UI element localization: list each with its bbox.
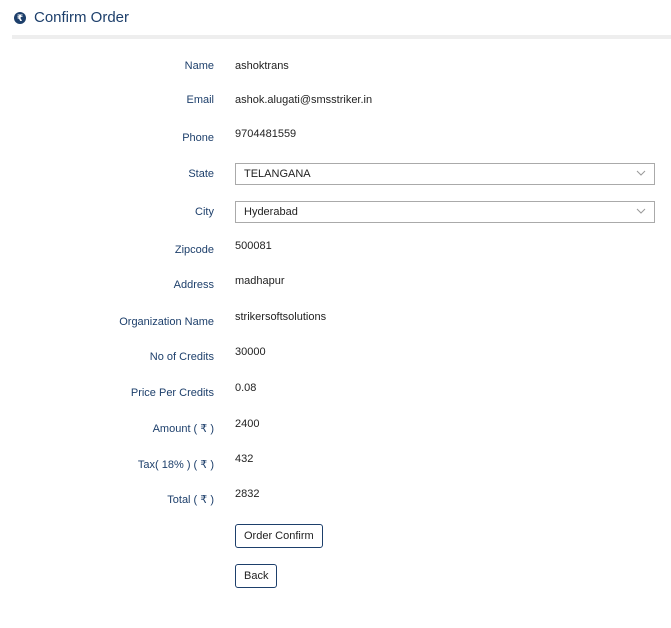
price-row: Price Per Credits 0.08 [0,382,671,412]
email-value: ashok.alugati@smsstriker.in [235,94,373,106]
price-label: Price Per Credits [130,387,214,399]
total-value: 2832 [235,488,260,500]
tax-row: Tax( 18% ) ( ₹ ) 432 [0,453,671,483]
tax-value: 432 [235,453,254,465]
email-row: Email ashok.alugati@smsstriker.in [0,94,671,124]
amount-value: 2400 [235,418,260,430]
rupee-circle-icon: ₹ [14,12,26,24]
zipcode-label: Zipcode [174,244,214,256]
amount-row: Amount ( ₹ ) 2400 [0,418,671,448]
total-row: Total ( ₹ ) 2832 [0,488,671,518]
phone-row: Phone 9704481559 [0,128,671,158]
state-select[interactable]: TELANGANA [235,163,655,185]
credits-row: No of Credits 30000 [0,346,671,376]
organization-label: Organization Name [119,316,214,328]
city-label: City [195,206,214,218]
organization-row: Organization Name strikersoftsolutions [0,311,671,341]
phone-value: 9704481559 [235,128,297,140]
zipcode-row: Zipcode 500081 [0,240,671,270]
city-selected-value: Hyderabad [244,206,298,218]
city-row: City Hyderabad [0,201,671,231]
total-label: Total ( ₹ ) [167,494,214,506]
credits-label: No of Credits [149,351,214,363]
page-header: ₹ Confirm Order [0,0,671,40]
name-row: Name ashoktrans [0,60,671,90]
back-button[interactable]: Back [235,564,278,588]
city-select[interactable]: Hyderabad [235,201,655,223]
address-value: madhapur [235,275,285,287]
state-row: State TELANGANA [0,163,671,193]
order-confirm-button[interactable]: Order Confirm [235,524,323,548]
name-label: Name [184,60,214,72]
organization-value: strikersoftsolutions [235,311,327,323]
state-selected-value: TELANGANA [244,168,311,180]
address-row: Address madhapur [0,275,671,305]
price-value: 0.08 [235,382,257,394]
state-label: State [188,168,214,180]
name-value: ashoktrans [235,60,289,72]
page-title: Confirm Order [34,9,130,26]
amount-label: Amount ( ₹ ) [152,423,214,435]
phone-label: Phone [182,132,214,144]
zipcode-value: 500081 [235,240,272,252]
credits-value: 30000 [235,346,266,358]
tax-label: Tax( 18% ) ( ₹ ) [137,459,214,471]
header-divider [12,35,671,39]
chevron-down-icon [636,170,646,176]
email-label: Email [186,94,214,106]
chevron-down-icon [636,208,646,214]
address-label: Address [173,279,214,291]
